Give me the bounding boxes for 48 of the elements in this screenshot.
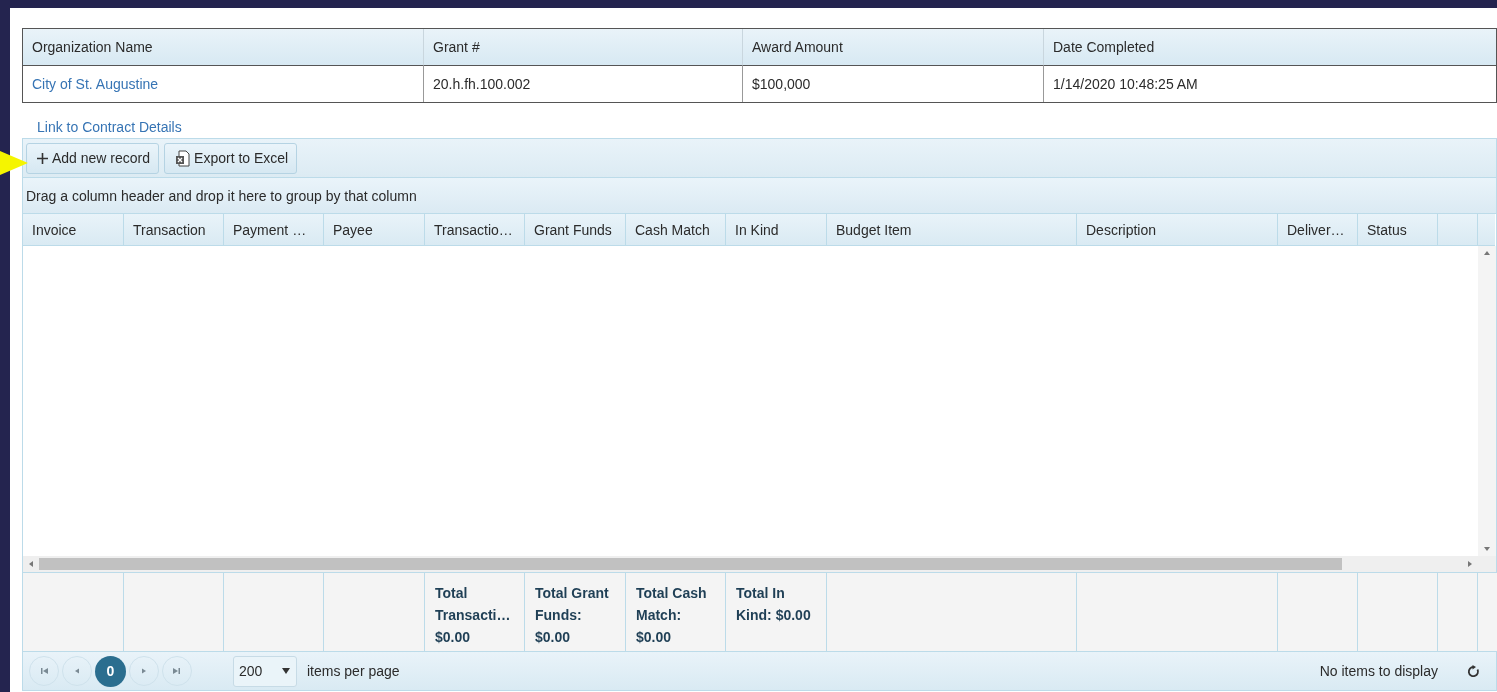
column-header[interactable]: Status <box>1357 214 1437 246</box>
column-header[interactable]: Grant Funds <box>524 214 625 246</box>
pager-info: No items to display <box>1319 663 1438 679</box>
column-total: Total Cash Match: $0.00 <box>636 584 708 647</box>
header-cell <box>1437 214 1477 246</box>
column-header[interactable]: Payee <box>323 214 424 246</box>
export-button[interactable]: Export to Excel <box>164 142 298 174</box>
scroll-up-icon <box>1484 250 1490 256</box>
column-header: Award Amount <box>742 29 1043 66</box>
column-total: Total Grant Funds: $0.00 <box>535 584 610 647</box>
spreadsheet-icon <box>175 149 191 167</box>
scroll-down-icon <box>1484 546 1490 552</box>
column-header: Date Completed <box>1043 29 1496 66</box>
contract-details-link[interactable]: Link to Contract Details <box>37 119 182 135</box>
column-header[interactable]: Transaction <box>123 214 223 246</box>
last-page-icon <box>173 667 181 675</box>
add-record-button[interactable]: Add new record <box>26 142 160 174</box>
column-header[interactable]: Budget Item <box>826 214 1076 246</box>
group-hint: Drag a column header and drop it here to group by that column <box>23 178 1496 214</box>
column-total: Total In Kind: $0.00 <box>736 584 812 625</box>
column-header[interactable]: Deliver… <box>1277 214 1357 246</box>
column-header[interactable]: Transactio… <box>424 214 524 246</box>
column-total: Total Transacti… $0.00 <box>435 584 512 647</box>
refresh-icon[interactable] <box>1467 664 1480 678</box>
vertical-scrollbar[interactable] <box>1478 246 1496 556</box>
scroll-left-icon <box>28 561 34 567</box>
page-number-button[interactable]: 0 <box>95 655 126 687</box>
organization-link[interactable]: City of St. Augustine <box>23 66 423 102</box>
table-cell: 1/14/2020 10:48:25 AM <box>1043 66 1496 102</box>
page-size-label: items per page <box>307 663 400 679</box>
scroll-right-icon <box>1467 561 1473 567</box>
prev-page-icon <box>73 667 81 675</box>
column-header[interactable]: Payment … <box>223 214 323 246</box>
table-cell: $100,000 <box>742 66 1043 102</box>
plus-icon <box>37 152 48 164</box>
column-header: Organization Name <box>23 29 423 66</box>
column-header: Grant # <box>423 29 742 66</box>
column-header[interactable]: Description <box>1076 214 1277 246</box>
column-header[interactable]: In Kind <box>725 214 826 246</box>
column-header[interactable]: Cash Match <box>625 214 725 246</box>
first-page-icon <box>40 667 48 675</box>
horizontal-scrollbar[interactable] <box>23 556 1496 572</box>
table-cell: 20.h.fh.100.002 <box>423 66 742 102</box>
next-page-icon <box>140 667 148 675</box>
page-size-dropdown[interactable]: 200 <box>233 655 297 687</box>
scrollbar-thumb[interactable] <box>39 558 1342 570</box>
column-header[interactable]: Invoice <box>23 214 123 246</box>
caret-icon <box>282 668 290 674</box>
